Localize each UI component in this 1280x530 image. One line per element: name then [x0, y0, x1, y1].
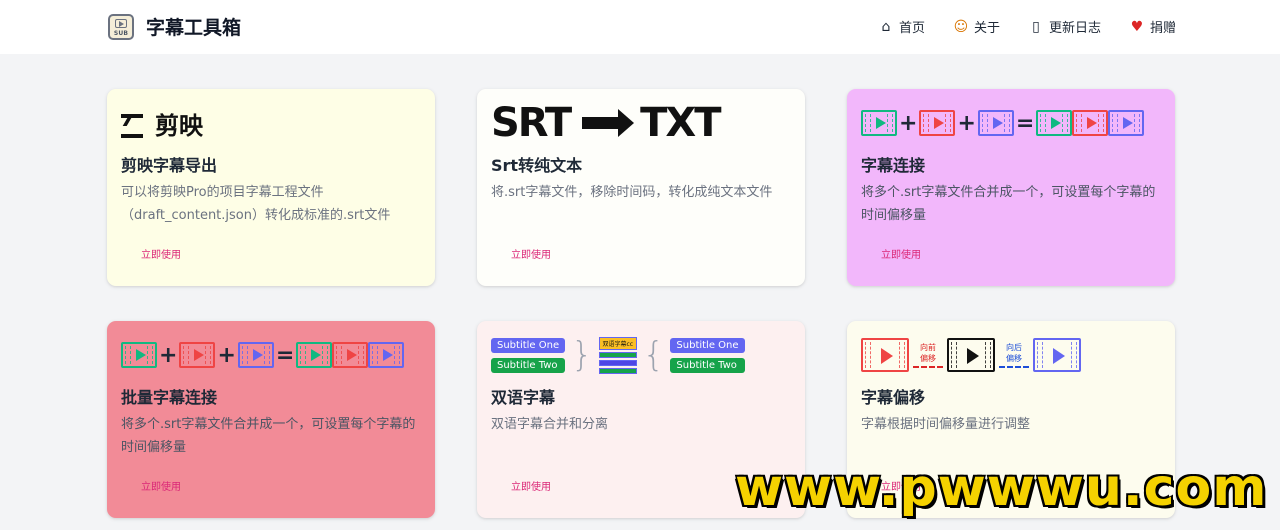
film-blue-icon [1108, 110, 1145, 136]
home-icon: ⌂ [881, 18, 891, 35]
nav-donate-label: 捐赠 [1149, 21, 1176, 36]
card-art: 剪映 [121, 101, 203, 145]
nav-changelog[interactable]: ▯ 更新日志 [1028, 17, 1101, 37]
film-green-icon [121, 342, 157, 368]
shift-back-arrow-icon: 向前 偏移 [913, 342, 943, 368]
bilingual-stack-icon: 双语字幕cc [598, 336, 637, 374]
card-title: 批量字幕连接 [121, 388, 218, 407]
card-desc: 字幕根据时间偏移量进行调整 [861, 417, 1031, 432]
nav-donate[interactable]: ♥ 捐赠 [1129, 17, 1176, 37]
card-batch-join[interactable]: + + = 批量字幕连接 将多个.srt字幕文件合并成一个，可设置每个字幕的时间… [107, 321, 435, 518]
txt-text: TXT [640, 100, 721, 146]
use-now-button[interactable]: 立即使用 [141, 246, 181, 261]
film-red-icon [919, 110, 956, 136]
card-title: 剪映字幕导出 [121, 156, 218, 175]
logo-text: SUB [113, 29, 129, 37]
shift-forward-label: 向后 偏移 [1006, 343, 1022, 363]
smiley-icon: ☺ [953, 18, 969, 35]
arrow-right-icon [582, 109, 635, 137]
card-capcut-export[interactable]: 剪映 剪映字幕导出 可以将剪映Pro的项目字幕工程文件（draft_conten… [107, 89, 435, 286]
card-art: + + = [121, 333, 405, 377]
brand[interactable]: SUB 字幕工具箱 [108, 13, 241, 40]
main-nav: ⌂ 首页 ☺ 关于 ▯ 更新日志 ♥ 捐赠 [878, 17, 1176, 37]
stack-label: 双语字幕cc [598, 336, 637, 350]
shift-back-label: 向前 偏移 [920, 343, 936, 363]
capcut-logo-icon [121, 112, 147, 138]
log-icon: ▯ [1032, 18, 1040, 35]
use-now-button[interactable]: 立即使用 [141, 478, 181, 493]
brand-name: 字幕工具箱 [146, 17, 242, 39]
use-now-button[interactable]: 立即使用 [511, 246, 551, 261]
film-blue-icon [977, 110, 1014, 136]
film-blue-icon [1033, 338, 1081, 372]
film-black-icon [947, 338, 995, 372]
card-desc: 可以将剪映Pro的项目字幕工程文件（draft_content.json）转化成… [121, 185, 391, 223]
nav-home-label: 首页 [898, 21, 925, 36]
film-green-icon [861, 110, 897, 136]
nav-home[interactable]: ⌂ 首页 [878, 17, 925, 37]
brace-right-icon: } [571, 335, 593, 375]
card-title: 双语字幕 [491, 388, 556, 407]
use-now-button[interactable]: 立即使用 [511, 478, 551, 493]
nav-about[interactable]: ☺ 关于 [953, 17, 1000, 37]
subtitle-two-pill: Subtitle Two [491, 357, 566, 373]
card-art: Subtitle One Subtitle Two } 双语字幕cc { Sub… [491, 333, 745, 377]
film-red-icon [861, 338, 909, 372]
brace-left-icon: { [642, 335, 665, 375]
use-now-button[interactable]: 立即使用 [881, 246, 921, 261]
subtitle-one-pill: Subtitle One [491, 337, 566, 353]
nav-about-label: 关于 [973, 21, 1000, 36]
capcut-logo-text: 剪映 [155, 111, 203, 140]
card-desc: 将.srt字幕文件，移除时间码，转化成纯文本文件 [491, 185, 773, 200]
card-desc: 将多个.srt字幕文件合并成一个，可设置每个字幕的时间偏移量 [861, 185, 1156, 223]
film-red-icon [1072, 110, 1109, 136]
shift-forward-arrow-icon: 向后 偏移 [999, 342, 1029, 368]
heart-icon: ♥ [1130, 18, 1144, 35]
card-title: Srt转纯文本 [491, 156, 583, 175]
subtitle-two-pill: Subtitle Two [670, 357, 745, 373]
logo-icon: SUB [108, 13, 134, 40]
film-blue-icon [368, 342, 405, 368]
plus-icon: + [217, 342, 236, 368]
plus-icon: + [159, 342, 178, 368]
subtitle-one-pill: Subtitle One [670, 337, 745, 353]
card-srt-to-txt[interactable]: SRT TXT Srt转纯文本 将.srt字幕文件，移除时间码，转化成纯文本文件… [477, 89, 805, 286]
plus-icon: + [957, 110, 976, 136]
card-title: 字幕偏移 [861, 388, 926, 407]
srt-text: SRT [491, 100, 572, 146]
card-title: 字幕连接 [861, 156, 926, 175]
film-green-icon [1036, 110, 1073, 136]
card-desc: 将多个.srt字幕文件合并成一个，可设置每个字幕的时间偏移量 [121, 417, 416, 455]
card-desc: 双语字幕合并和分离 [491, 417, 609, 432]
top-header: SUB 字幕工具箱 ⌂ 首页 ☺ 关于 ▯ 更新日志 ♥ 捐赠 [0, 0, 1280, 54]
watermark: www.pwwwu.com [735, 458, 1268, 518]
film-red-icon [179, 342, 216, 368]
film-red-icon [332, 342, 369, 368]
film-green-icon [296, 342, 333, 368]
film-blue-icon [237, 342, 274, 368]
nav-changelog-label: 更新日志 [1048, 21, 1101, 36]
plus-icon: + [899, 110, 918, 136]
equals-icon: = [1015, 110, 1035, 136]
card-art: SRT TXT [491, 100, 722, 146]
card-subtitle-join[interactable]: + + = 字幕连接 将多个.srt字幕文件合并成一个，可设置每个字幕的时间偏移… [847, 89, 1175, 286]
card-art: 向前 偏移 向后 偏移 [861, 333, 1081, 377]
card-art: + + = [861, 101, 1145, 145]
equals-icon: = [275, 342, 295, 368]
